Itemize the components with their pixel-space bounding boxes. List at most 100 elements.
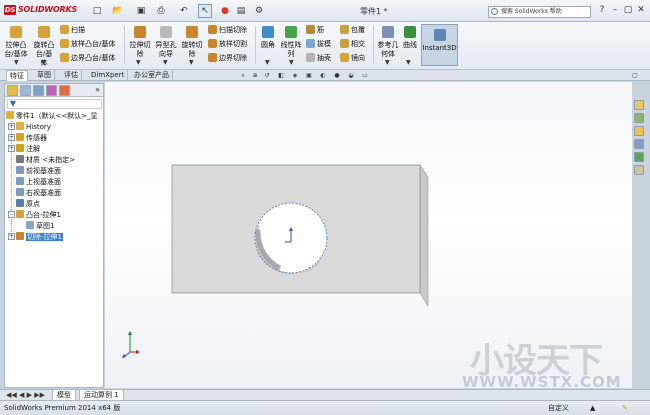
rib-button[interactable]: 筋 <box>306 25 324 35</box>
collapse-boss-extrude-icon[interactable]: – <box>8 211 15 218</box>
tree-item-right-plane[interactable]: 右视基准面 <box>16 188 61 199</box>
tree-item-origin[interactable]: 原点 <box>16 199 40 210</box>
resources-icon[interactable] <box>634 100 644 110</box>
swept-cut-button[interactable]: 扫描切除 <box>208 25 247 35</box>
tree-item-history[interactable]: History <box>16 122 51 133</box>
view-orientation-icon[interactable]: ◈ <box>290 72 300 80</box>
tree-item-annotations[interactable]: 注解 <box>16 144 40 155</box>
tab-sketch[interactable]: 草图 <box>34 70 55 81</box>
draft-button[interactable]: 拔模 <box>306 39 331 49</box>
options-button[interactable]: ⚙ <box>252 4 266 18</box>
appearances-icon[interactable] <box>634 152 644 162</box>
scroll-left-icon[interactable]: ◀◀ ◀ ▶ ▶▶ <box>6 391 45 399</box>
chevron-down-icon[interactable]: ▼ <box>406 59 411 66</box>
configuration-manager-tab-icon[interactable] <box>33 85 44 96</box>
tree-item-boss-extrude[interactable]: 凸台-拉伸1 <box>16 210 61 221</box>
hide-show-icon[interactable]: ◐ <box>318 72 328 80</box>
chevron-up-icon[interactable]: ▲ <box>590 403 595 413</box>
maximize-button[interactable]: ▢ <box>622 5 634 17</box>
property-manager-tab-icon[interactable] <box>20 85 31 96</box>
extrude-cut-button[interactable]: 拉伸切除 <box>128 26 152 59</box>
wrap-button[interactable]: 包覆 <box>340 25 365 35</box>
tree-item-sketch[interactable]: 草图1 <box>26 221 54 232</box>
zoom-area-icon[interactable]: ⊕ <box>250 72 260 80</box>
tab-evaluate[interactable]: 评估 <box>61 70 82 81</box>
tab-features[interactable]: 特征 <box>6 70 28 81</box>
open-button[interactable]: 📂 <box>108 4 128 18</box>
rebuild-button[interactable]: ● <box>220 4 230 18</box>
status-units[interactable]: 自定义 <box>548 403 569 413</box>
ribbon-separator <box>255 26 256 64</box>
linear-pattern-button[interactable]: 线性阵列 <box>280 26 302 59</box>
save-button[interactable]: ▣ <box>133 4 149 18</box>
expand-cut-extrude-icon[interactable]: + <box>8 233 15 240</box>
chevron-down-icon[interactable]: ▼ <box>385 59 390 66</box>
expand-panel-icon[interactable]: » <box>95 85 100 94</box>
tab-dimxpert[interactable]: DimXpert <box>88 70 129 81</box>
tab-office-products[interactable]: 办公室产品 <box>131 70 173 81</box>
chevron-down-icon[interactable]: ▼ <box>189 59 194 66</box>
tree-item-sensors[interactable]: 传感器 <box>16 133 47 144</box>
zoom-to-fit-icon[interactable]: ⌕ <box>238 72 248 80</box>
custom-properties-icon[interactable] <box>634 165 644 175</box>
feature-manager-tab-icon[interactable] <box>7 85 18 96</box>
chevron-down-icon[interactable]: ▼ <box>136 59 141 66</box>
display-style-icon[interactable]: ▣ <box>304 72 314 80</box>
boundary-boss-button[interactable]: 边界凸台/基体 <box>60 53 115 63</box>
file-properties-button[interactable]: ▤ <box>234 4 248 18</box>
boundary-boss-icon <box>60 53 69 62</box>
instant3d-button[interactable]: Instant3D <box>421 24 458 66</box>
extrude-cut-icon <box>134 26 146 38</box>
chevron-down-icon[interactable]: ▼ <box>14 59 19 66</box>
view-palette-icon[interactable] <box>634 139 644 149</box>
help-search-input[interactable]: 搜索 SolidWorks 帮助 <box>488 6 591 18</box>
tree-item-material[interactable]: 材质 <未指定> <box>16 155 75 166</box>
rebuild-status-icon[interactable]: ✎ <box>622 403 628 413</box>
hole-wizard-button[interactable]: 异型孔 向导 <box>154 26 178 59</box>
scene-icon[interactable]: ◒ <box>346 72 356 80</box>
expand-sensors-icon[interactable]: + <box>8 134 15 141</box>
appearance-icon[interactable]: ● <box>332 72 342 80</box>
status-bar: SolidWorks Premium 2014 x64 版 自定义 ▲ ✎ <box>0 400 650 415</box>
lofted-cut-button[interactable]: 放样切割 <box>208 39 247 49</box>
intersect-button[interactable]: 相交 <box>340 39 365 49</box>
new-document-button[interactable]: □ <box>90 4 104 18</box>
chevron-down-icon[interactable]: ▼ <box>163 59 168 66</box>
expand-annotations-icon[interactable]: + <box>8 145 15 152</box>
feature-tree-filter[interactable] <box>7 99 102 109</box>
restore-panel-icon[interactable]: ▢ <box>630 72 640 80</box>
reference-geometry-button[interactable]: 参考几 何体 <box>376 26 400 59</box>
help-button[interactable]: ? <box>596 5 608 17</box>
chevron-down-icon[interactable]: ▼ <box>265 59 270 66</box>
view-settings-icon[interactable]: ▭ <box>360 72 370 80</box>
curves-button[interactable]: 曲线 <box>401 26 419 50</box>
previous-view-icon[interactable]: ↺ <box>262 72 272 80</box>
boundary-cut-button[interactable]: 边界切除 <box>208 53 247 63</box>
sweep-button[interactable]: 扫描 <box>60 25 85 35</box>
expand-history-icon[interactable]: + <box>8 123 15 130</box>
loft-button[interactable]: 放样凸台/基体 <box>60 39 115 49</box>
dimxpert-manager-tab-icon[interactable] <box>46 85 57 96</box>
undo-button[interactable]: ↶ <box>176 4 192 18</box>
tree-item-cut-extrude[interactable]: 切除-拉伸1 <box>16 232 63 243</box>
mirror-button[interactable]: 镜向 <box>340 53 365 63</box>
select-button[interactable]: ↖ <box>198 4 212 18</box>
swept-cut-icon <box>208 25 217 34</box>
close-button[interactable]: ✕ <box>635 5 647 17</box>
display-manager-tab-icon[interactable] <box>59 85 70 96</box>
fillet-button[interactable]: 圆角 <box>258 26 278 50</box>
tree-root[interactable]: 零件1（默认<<默认>_显 <box>6 111 98 122</box>
design-library-icon[interactable] <box>634 113 644 123</box>
print-button[interactable]: ⎙ <box>152 4 170 18</box>
section-view-icon[interactable]: ◧ <box>276 72 286 80</box>
solidworks-logo[interactable]: DS SOLIDWORKS <box>4 5 77 17</box>
chevron-down-icon[interactable]: ▼ <box>289 59 294 66</box>
chevron-down-icon[interactable]: ▼ <box>41 59 46 66</box>
minimize-button[interactable]: – <box>609 5 621 17</box>
extrude-boss-button[interactable]: 拉伸凸 台/基体 <box>3 26 29 59</box>
tree-item-top-plane[interactable]: 上视基准面 <box>16 177 61 188</box>
file-explorer-icon[interactable] <box>634 126 644 136</box>
shell-button[interactable]: 抽壳 <box>306 53 331 63</box>
tree-item-front-plane[interactable]: 前视基准面 <box>16 166 61 177</box>
revolve-cut-button[interactable]: 旋转切除 <box>180 26 204 59</box>
